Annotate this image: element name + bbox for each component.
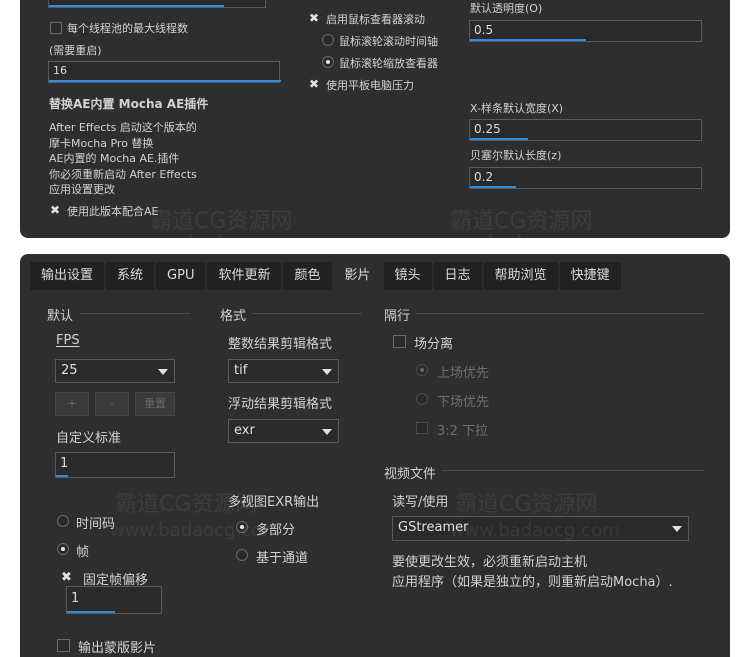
- lower-first-label: 下场优先: [437, 395, 490, 410]
- tablet-checkbox[interactable]: ✖: [309, 77, 319, 91]
- fixed-offset-value: 1: [71, 591, 80, 606]
- int-clip-value: tif: [234, 363, 248, 378]
- chevron-down-icon: [322, 369, 332, 375]
- watermark-text: 霸道CG资源网: [450, 209, 593, 234]
- tab-clip[interactable]: 影片: [333, 262, 384, 290]
- tab-color[interactable]: 颜色: [283, 262, 334, 290]
- format-separator: [252, 313, 362, 314]
- timecode-radio[interactable]: [57, 515, 69, 527]
- custom-std-input[interactable]: 1: [55, 452, 175, 478]
- wheel-time-label: 鼠标滚轮滚动时间轴: [339, 35, 438, 48]
- fps-reset-button[interactable]: 重置: [135, 392, 175, 416]
- restart-note-line-2: 应用程序（如果是独立的，则重新启动Mocha）.: [392, 575, 673, 590]
- fps-dropdown[interactable]: 25: [55, 359, 175, 383]
- mouse-scroll-label: 启用鼠标查看器滚动: [326, 13, 425, 26]
- threads-value: 16: [53, 64, 67, 77]
- tab-system[interactable]: 系统: [106, 262, 157, 290]
- defaults-separator: [80, 313, 190, 314]
- fps-plus-button[interactable]: +: [55, 392, 89, 416]
- int-clip-dropdown[interactable]: tif: [228, 359, 339, 383]
- tab-bar: 输出设置 系统 GPU 软件更新 颜色 影片 镜头 日志 帮助浏览 快捷键: [30, 262, 623, 290]
- by-channel-label: 基于通道: [256, 551, 309, 566]
- pulldown-label: 3:2 下拉: [437, 424, 489, 439]
- chevron-down-icon: [672, 526, 682, 532]
- fixed-offset-checkbox[interactable]: ✖: [61, 570, 72, 585]
- fps-label: FPS: [56, 333, 80, 348]
- bezier-value: 0.2: [474, 170, 494, 184]
- pulldown-checkbox[interactable]: [416, 422, 428, 434]
- watermark-url: www.badaocg.com: [140, 232, 310, 253]
- use-version-checkbox[interactable]: ✖: [50, 203, 60, 217]
- tab-log[interactable]: 日志: [433, 262, 484, 290]
- restart-note-line-1: 要使更改生效，必须重新启动主机: [392, 555, 588, 570]
- xspline-label: X-样条默认宽度(X): [470, 102, 564, 115]
- plugin-desc-line-5: 应用设置更改: [49, 183, 115, 196]
- output-matte-label: 输出蒙版影片: [78, 641, 157, 656]
- threads-input[interactable]: 16: [48, 61, 281, 83]
- watermark-url: www.badaocg.com: [450, 520, 620, 541]
- watermark-url: www.badaocg.com: [440, 232, 610, 253]
- upper-first-radio[interactable]: [416, 364, 428, 376]
- xspline-value: 0.25: [474, 122, 501, 136]
- watermark-text: 霸道CG资源网: [455, 492, 598, 517]
- fps-minus-button[interactable]: -: [95, 392, 129, 416]
- max-threads-checkbox[interactable]: [50, 22, 62, 34]
- tab-output-settings[interactable]: 输出设置: [30, 262, 107, 290]
- chevron-down-icon: [158, 369, 168, 375]
- top-partial-field[interactable]: [48, 0, 266, 8]
- by-channel-radio[interactable]: [236, 549, 248, 561]
- tab-lens[interactable]: 镜头: [383, 262, 434, 290]
- plugin-desc-line-1: After Effects 启动这个版本的: [49, 121, 197, 134]
- bezier-label: 贝塞尔默认长度(z): [470, 149, 562, 162]
- field-sep-label: 场分离: [414, 337, 454, 352]
- float-clip-label: 浮动结果剪辑格式: [228, 397, 333, 412]
- upper-first-label: 上场优先: [437, 366, 490, 381]
- wheel-time-radio[interactable]: [322, 34, 334, 46]
- fixed-offset-input[interactable]: 1: [66, 586, 162, 614]
- plugin-heading: 替换AE内置 Mocha AE插件: [49, 97, 209, 111]
- tab-help-browse[interactable]: 帮助浏览: [483, 262, 560, 290]
- bezier-input[interactable]: 0.2: [469, 167, 702, 189]
- video-file-heading: 视频文件: [384, 467, 437, 482]
- format-heading: 格式: [220, 309, 247, 324]
- watermark-text: 霸道CG资源网: [115, 492, 258, 517]
- tablet-label: 使用平板电脑压力: [326, 79, 414, 92]
- max-threads-label: 每个线程池的最大线程数: [67, 22, 188, 35]
- output-matte-checkbox[interactable]: [57, 639, 70, 652]
- opacity-value: 0.5: [474, 23, 494, 37]
- chevron-down-icon: [322, 429, 332, 435]
- float-clip-dropdown[interactable]: exr: [228, 419, 339, 443]
- custom-std-label: 自定义标准: [56, 431, 122, 446]
- frame-label: 帧: [76, 545, 90, 560]
- restart-note: (需要重启): [49, 44, 102, 57]
- interlace-heading: 隔行: [384, 309, 411, 324]
- plugin-desc-line-4: 你必须重新启动 After Effects: [49, 168, 197, 181]
- rw-label: 读写/使用: [392, 495, 449, 510]
- tab-gpu[interactable]: GPU: [156, 262, 208, 290]
- opacity-label: 默认透明度(O): [470, 2, 543, 15]
- fps-value: 25: [61, 363, 78, 378]
- wheel-zoom-radio[interactable]: [322, 56, 334, 68]
- interlace-separator: [416, 313, 704, 314]
- video-file-separator: [442, 470, 704, 471]
- field-sep-checkbox[interactable]: [393, 335, 406, 348]
- float-clip-value: exr: [234, 423, 255, 438]
- opacity-input[interactable]: 0.5: [469, 20, 702, 42]
- plugin-desc-line-2: 摩卡Mocha Pro 替换: [49, 137, 154, 150]
- int-clip-label: 整数结果剪辑格式: [228, 337, 333, 352]
- mouse-scroll-checkbox[interactable]: ✖: [309, 11, 319, 25]
- lower-first-radio[interactable]: [416, 393, 428, 405]
- wheel-zoom-label: 鼠标滚轮缩放查看器: [339, 57, 438, 70]
- xspline-input[interactable]: 0.25: [469, 119, 702, 141]
- tab-software-update[interactable]: 软件更新: [207, 262, 284, 290]
- frame-radio[interactable]: [57, 543, 69, 555]
- plugin-desc-line-3: AE内置的 Mocha AE.插件: [49, 152, 180, 165]
- defaults-heading: 默认: [47, 309, 74, 324]
- watermark-url: www.badaocg.com: [110, 520, 280, 541]
- watermark-text: 霸道CG资源网: [150, 209, 293, 234]
- use-version-label: 使用此版本配合AE: [67, 205, 159, 218]
- tab-shortcuts[interactable]: 快捷键: [559, 262, 623, 290]
- custom-std-value: 1: [60, 456, 69, 471]
